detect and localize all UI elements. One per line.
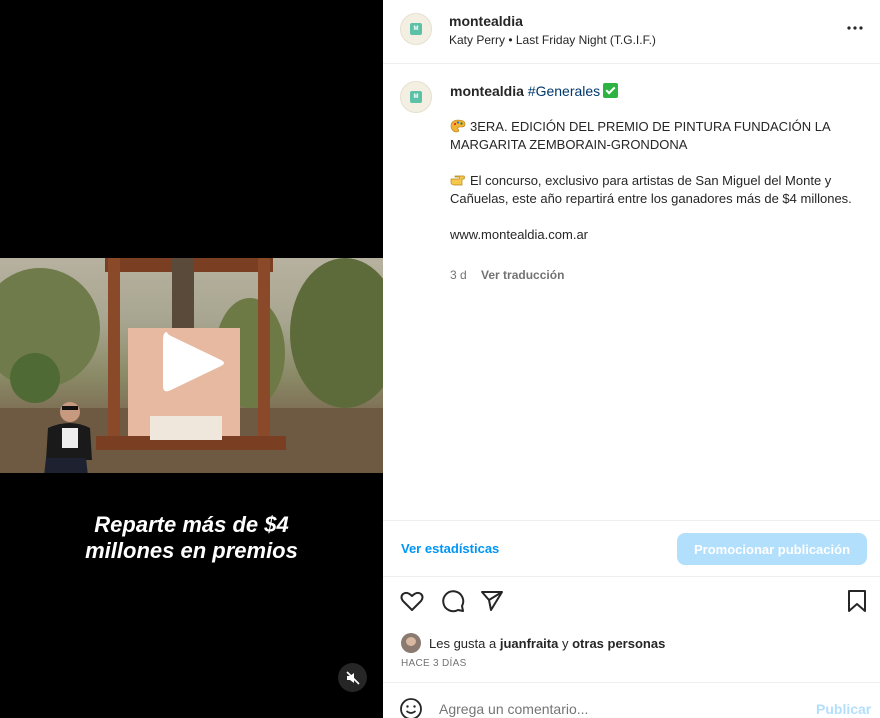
overlay-line-2: millones en premios [85, 538, 298, 563]
speaker-muted-icon [345, 670, 360, 685]
heart-icon[interactable] [399, 588, 425, 614]
likes-prefix: Les gusta a [429, 635, 497, 651]
post-details-panel: M montealdia Katy Perry • Last Friday Ni… [383, 0, 880, 718]
avatar[interactable]: M [400, 13, 432, 45]
overlay-line-1: Reparte más de $4 [94, 512, 289, 537]
comment-input[interactable] [439, 701, 799, 717]
promote-post-button[interactable]: Promocionar publicación [677, 533, 867, 565]
caption-area: M montealdia #Generales 3ERA. EDICIÓN DE… [383, 64, 880, 520]
liker-username[interactable]: juanfraita [500, 636, 559, 651]
likes-summary: Les gusta a juanfraita y otras personas [401, 633, 665, 653]
play-icon[interactable] [161, 330, 227, 396]
caption-url: www.montealdia.com.ar [450, 227, 588, 242]
posted-ago: HACE 3 DÍAS [401, 658, 467, 669]
caption-avatar[interactable]: M [400, 81, 432, 113]
post-time[interactable]: 3 d [450, 268, 467, 282]
caption-text: 3ERA. EDICIÓN DEL PREMIO DE PINTURA FUND… [450, 118, 865, 262]
person-sticker [44, 402, 92, 473]
easel-post-left [108, 258, 120, 448]
mute-button[interactable] [338, 663, 367, 692]
likes-others-link[interactable]: otras personas [572, 636, 665, 651]
liker-avatar[interactable] [401, 633, 421, 653]
post-header: M montealdia Katy Perry • Last Friday Ni… [383, 0, 880, 64]
caption-username[interactable]: montealdia [450, 83, 524, 99]
bush-left [10, 353, 60, 403]
insights-bar: Ver estadísticas Promocionar publicación [383, 520, 880, 577]
hashtag-link[interactable]: #Generales [528, 83, 600, 99]
more-options-icon[interactable] [845, 18, 865, 38]
audio-track[interactable]: Katy Perry • Last Friday Night (T.G.I.F.… [449, 33, 656, 47]
palm-right [290, 258, 383, 408]
action-bar [383, 588, 880, 618]
caption-paragraph-1: 3ERA. EDICIÓN DEL PREMIO DE PINTURA FUND… [450, 118, 865, 154]
montealdia-logo-icon: M [410, 23, 422, 35]
publish-comment-button[interactable]: Publicar [816, 701, 871, 717]
caption-paragraph-2-text: El concurso, exclusivo para artistas de … [450, 173, 852, 206]
see-translation-link[interactable]: Ver traducción [481, 268, 564, 282]
pedestal [150, 416, 222, 440]
caption-meta: 3 d Ver traducción [450, 268, 575, 282]
emoji-smiley-icon[interactable] [399, 697, 423, 718]
check-mark-icon [603, 83, 619, 98]
comment-icon[interactable] [440, 588, 466, 614]
likes-middle: y [561, 635, 569, 651]
palette-icon [450, 119, 466, 133]
caption-paragraph-1-text: 3ERA. EDICIÓN DEL PREMIO DE PINTURA FUND… [450, 119, 830, 152]
view-insights-link[interactable]: Ver estadísticas [401, 541, 499, 556]
pointing-hand-icon [450, 175, 465, 186]
easel-center [172, 258, 194, 328]
bookmark-icon[interactable] [844, 588, 870, 614]
video-player[interactable]: Reparte más de $4 millones en premios [0, 0, 383, 718]
comment-composer: Publicar [383, 682, 880, 718]
easel-post-right [258, 258, 270, 448]
video-overlay-text: Reparte más de $4 millones en premios [0, 512, 383, 564]
header-username[interactable]: montealdia [449, 13, 523, 29]
caption-header: montealdia #Generales [450, 82, 619, 100]
share-icon[interactable] [479, 588, 505, 614]
montealdia-logo-icon: M [410, 91, 422, 103]
caption-paragraph-2: El concurso, exclusivo para artistas de … [450, 172, 865, 208]
